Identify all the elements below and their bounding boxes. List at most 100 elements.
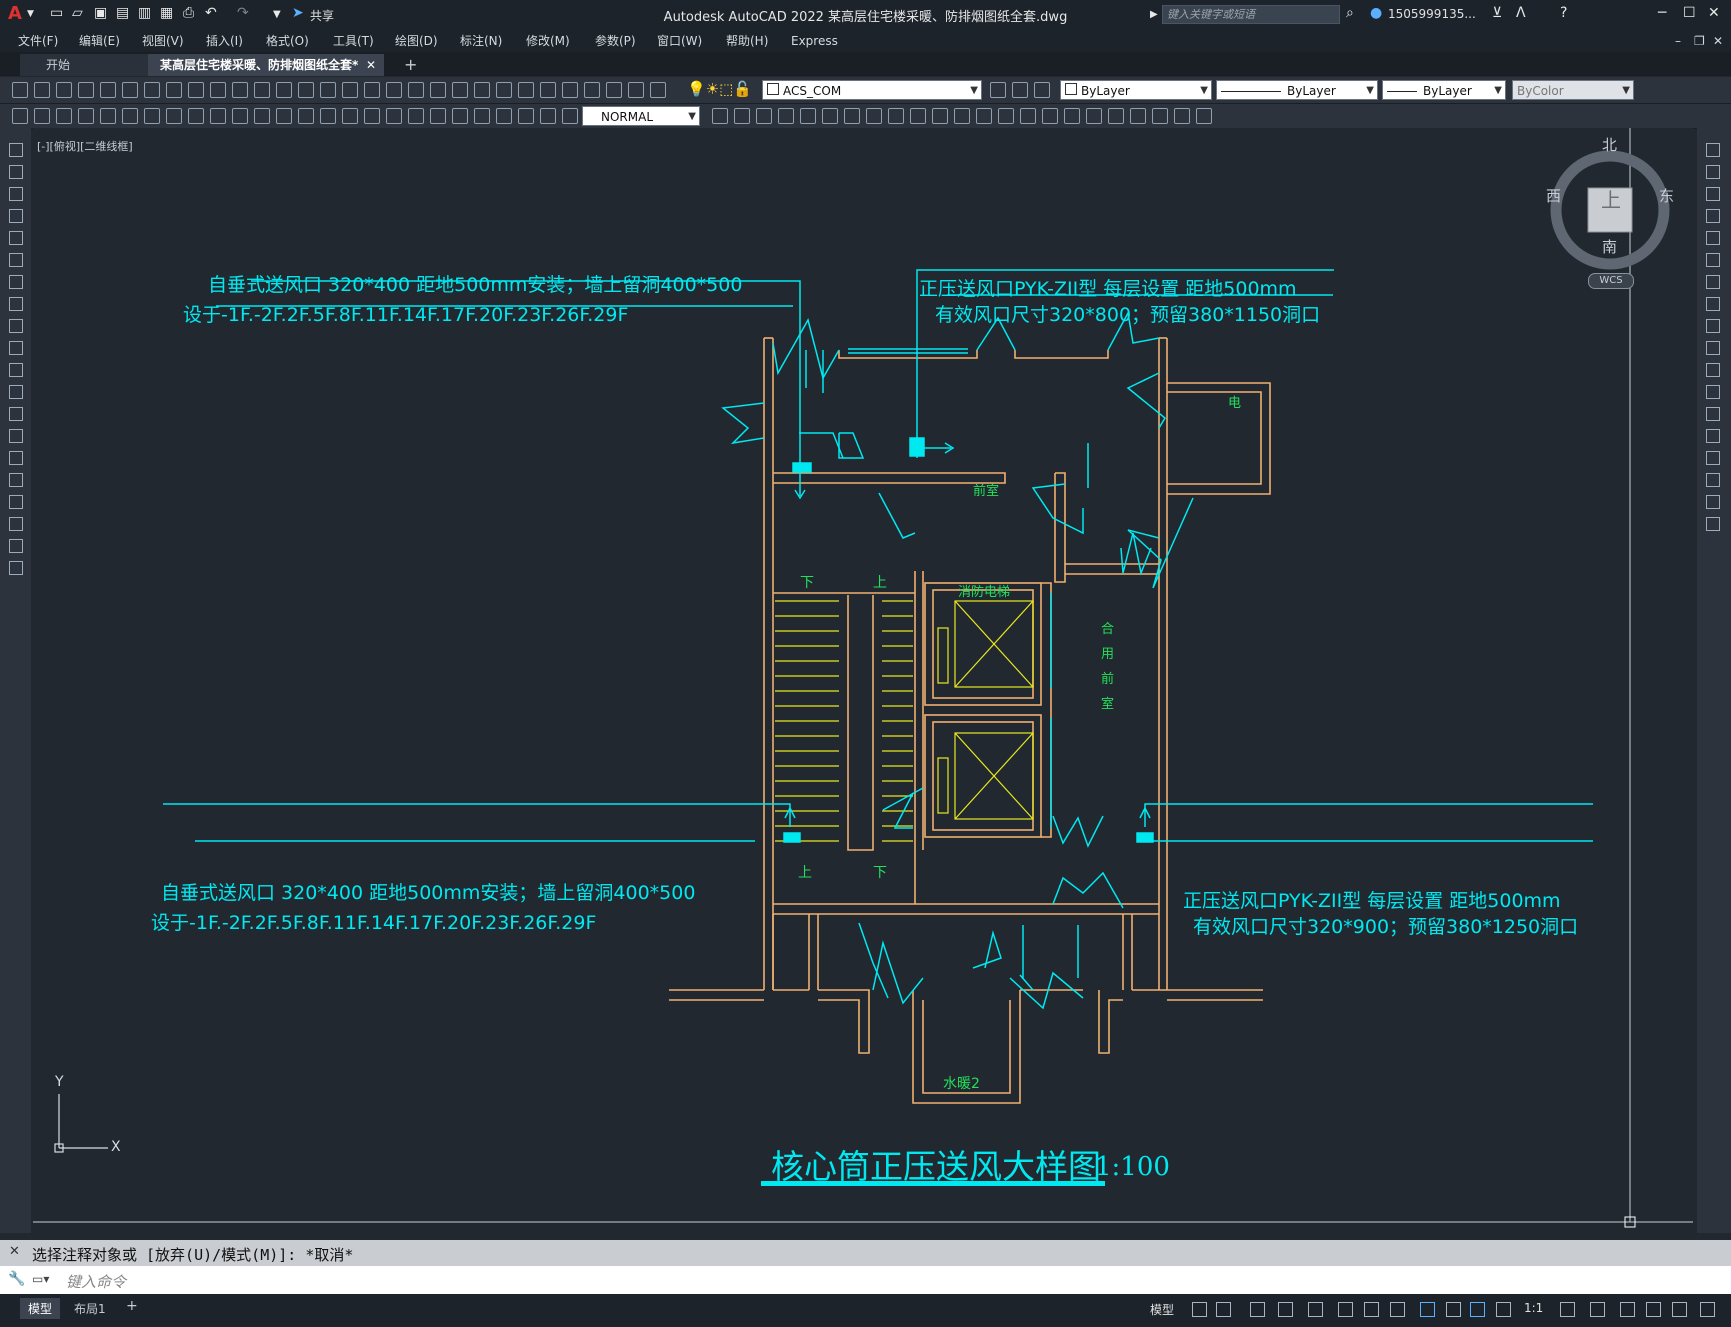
draw-tool-9-icon[interactable] xyxy=(9,341,23,355)
status-toggle-12-icon[interactable] xyxy=(1560,1302,1575,1317)
dimension-tool-46-icon[interactable] xyxy=(1152,108,1168,124)
dimension-tool-13-icon[interactable] xyxy=(298,108,314,124)
dimension-tool-4-icon[interactable] xyxy=(100,108,116,124)
minimize-icon[interactable]: ─ xyxy=(1658,5,1666,21)
modify-tool-14-icon[interactable] xyxy=(1706,451,1720,465)
dimension-tool-10-icon[interactable] xyxy=(232,108,248,124)
status-toggle-1-icon[interactable] xyxy=(1216,1302,1231,1317)
dimension-tool-23-icon[interactable] xyxy=(518,108,534,124)
menu-insert[interactable]: 插入(I) xyxy=(206,30,243,52)
standard-tool-17-icon[interactable] xyxy=(386,82,402,98)
status-toggle-7-icon[interactable] xyxy=(1390,1302,1405,1317)
lineweight-dropdown[interactable]: ByLayer ▼ xyxy=(1382,80,1506,100)
standard-tool-15-icon[interactable] xyxy=(342,82,358,98)
modify-tool-5-icon[interactable] xyxy=(1706,253,1720,267)
standard-tool-14-icon[interactable] xyxy=(320,82,336,98)
autodesk-app-icon[interactable]: Ʌ xyxy=(1516,5,1526,21)
wcs-menu[interactable]: WCS xyxy=(1588,273,1634,289)
command-close-icon[interactable]: ✕ xyxy=(9,1244,20,1259)
draw-tool-11-icon[interactable] xyxy=(9,385,23,399)
dimension-tool-17-icon[interactable] xyxy=(386,108,402,124)
wrench-icon[interactable]: 🔧 xyxy=(8,1271,25,1287)
search-input[interactable]: 键入关键字或短语 xyxy=(1162,5,1340,24)
room-electric[interactable]: 电 xyxy=(1228,392,1241,411)
dimension-tool-29-icon[interactable] xyxy=(778,108,794,124)
standard-tool-1-icon[interactable] xyxy=(34,82,50,98)
menu-modify[interactable]: 修改(M) xyxy=(526,30,570,52)
color-dropdown[interactable]: ByLayer ▼ xyxy=(1060,80,1212,100)
modify-tool-11-icon[interactable] xyxy=(1706,385,1720,399)
room-fire-elevator[interactable]: 消防电梯 xyxy=(958,581,1010,600)
dimension-tool-41-icon[interactable] xyxy=(1042,108,1058,124)
modify-tool-15-icon[interactable] xyxy=(1706,473,1720,487)
draw-tool-6-icon[interactable] xyxy=(9,275,23,289)
room-shared-lobby-4[interactable]: 室 xyxy=(1101,693,1114,712)
draw-tool-19-icon[interactable] xyxy=(9,561,23,575)
standard-tool-5-icon[interactable] xyxy=(122,82,138,98)
add-layout-icon[interactable]: + xyxy=(126,1298,138,1314)
draw-tool-2-icon[interactable] xyxy=(9,187,23,201)
dimension-tool-32-icon[interactable] xyxy=(844,108,860,124)
standard-tool-24-icon[interactable] xyxy=(540,82,556,98)
compass-north[interactable]: 北 xyxy=(1602,134,1617,155)
draw-tool-4-icon[interactable] xyxy=(9,231,23,245)
standard-tool-32-icon[interactable] xyxy=(1034,82,1050,98)
room-water[interactable]: 水暖2 xyxy=(943,1073,980,1093)
maximize-icon[interactable]: ☐ xyxy=(1683,5,1696,21)
dimension-tool-35-icon[interactable] xyxy=(910,108,926,124)
standard-tool-3-icon[interactable] xyxy=(78,82,94,98)
status-toggle-10-icon[interactable] xyxy=(1470,1302,1485,1317)
layer-dropdown[interactable]: ACS_COM ▼ xyxy=(762,80,982,100)
note-bottom-left-line2[interactable]: 设于-1F.-2F.2F.5F.8F.11F.14F.17F.20F.23F.2… xyxy=(151,908,596,935)
standard-tool-10-icon[interactable] xyxy=(232,82,248,98)
user-icon[interactable]: ● xyxy=(1370,5,1382,21)
standard-tool-4-icon[interactable] xyxy=(100,82,116,98)
dimension-tool-15-icon[interactable] xyxy=(342,108,358,124)
menu-tools[interactable]: 工具(T) xyxy=(333,30,374,52)
draw-tool-17-icon[interactable] xyxy=(9,517,23,531)
dimension-tool-27-icon[interactable] xyxy=(734,108,750,124)
status-toggle-4-icon[interactable] xyxy=(1308,1302,1323,1317)
menu-view[interactable]: 视图(V) xyxy=(142,30,184,52)
menu-dimension[interactable]: 标注(N) xyxy=(460,30,502,52)
drawing-scale[interactable]: 1:100 xyxy=(1095,1152,1170,1182)
doc-close-icon[interactable]: ✕ xyxy=(1713,30,1723,52)
draw-tool-8-icon[interactable] xyxy=(9,319,23,333)
dimension-tool-28-icon[interactable] xyxy=(756,108,772,124)
dimension-tool-24-icon[interactable] xyxy=(540,108,556,124)
status-toggle-11-icon[interactable] xyxy=(1496,1302,1511,1317)
draw-tool-12-icon[interactable] xyxy=(9,407,23,421)
dimension-tool-44-icon[interactable] xyxy=(1108,108,1124,124)
dimension-tool-31-icon[interactable] xyxy=(822,108,838,124)
dimension-tool-18-icon[interactable] xyxy=(408,108,424,124)
dimension-tool-25-icon[interactable] xyxy=(562,108,578,124)
tab-drawing[interactable]: 某高层住宅楼采暖、防排烟图纸全套* ✕ xyxy=(148,54,384,76)
standard-tool-25-icon[interactable] xyxy=(562,82,578,98)
status-toggle-16-icon[interactable] xyxy=(1672,1302,1687,1317)
view-cube-face[interactable]: 上 xyxy=(1601,184,1621,213)
standard-tool-29-icon[interactable] xyxy=(650,82,666,98)
modify-tool-12-icon[interactable] xyxy=(1706,407,1720,421)
note-bottom-right-line2[interactable]: 有效风口尺寸320*900；预留380*1250洞口 xyxy=(1193,912,1578,939)
draw-tool-18-icon[interactable] xyxy=(9,539,23,553)
standard-tool-9-icon[interactable] xyxy=(210,82,226,98)
dimension-tool-47-icon[interactable] xyxy=(1174,108,1190,124)
dimension-tool-7-icon[interactable] xyxy=(166,108,182,124)
menu-file[interactable]: 文件(F) xyxy=(18,30,58,52)
standard-tool-30-icon[interactable] xyxy=(990,82,1006,98)
dimension-tool-39-icon[interactable] xyxy=(998,108,1014,124)
standard-tool-2-icon[interactable] xyxy=(56,82,72,98)
status-toggle-9-icon[interactable] xyxy=(1446,1302,1461,1317)
dimension-tool-30-icon[interactable] xyxy=(800,108,816,124)
room-shared-lobby-2[interactable]: 用 xyxy=(1101,643,1114,662)
standard-tool-16-icon[interactable] xyxy=(364,82,380,98)
dimension-tool-0-icon[interactable] xyxy=(12,108,28,124)
status-toggle-17-icon[interactable] xyxy=(1700,1302,1715,1317)
modify-tool-3-icon[interactable] xyxy=(1706,209,1720,223)
menu-express[interactable]: Express xyxy=(791,30,838,52)
modify-tool-8-icon[interactable] xyxy=(1706,319,1720,333)
dimension-tool-34-icon[interactable] xyxy=(888,108,904,124)
dimension-tool-5-icon[interactable] xyxy=(122,108,138,124)
dimension-tool-6-icon[interactable] xyxy=(144,108,160,124)
standard-tool-21-icon[interactable] xyxy=(474,82,490,98)
